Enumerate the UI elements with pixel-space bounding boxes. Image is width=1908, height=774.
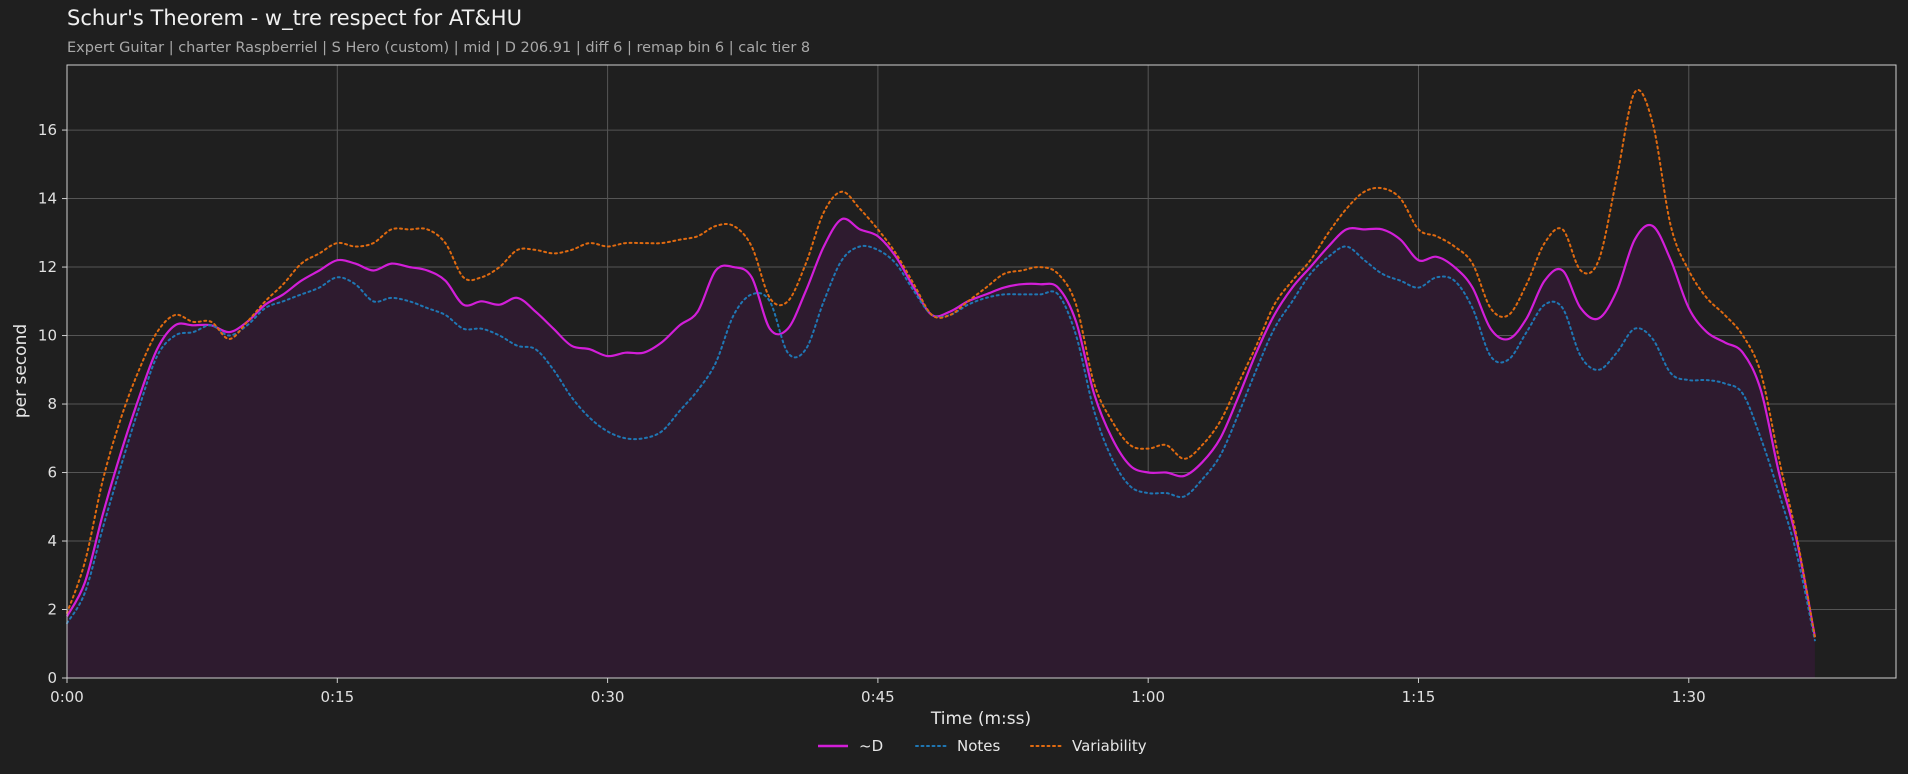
y-tick-label: 8 (47, 395, 57, 413)
y-tick-label: 12 (38, 258, 57, 276)
series-d-area (67, 218, 1815, 678)
x-axis-label: Time (m:ss) (930, 709, 1031, 729)
y-tick-label: 16 (38, 121, 57, 139)
x-tick-label: 0:15 (320, 688, 354, 706)
y-tick-label: 0 (47, 669, 57, 687)
x-axis-ticks: 0:00 0:15 0:30 0:45 1:00 1:15 1:30 (50, 678, 1706, 706)
x-tick-label: 1:15 (1402, 688, 1436, 706)
y-axis-label: per second (11, 324, 31, 418)
y-tick-label: 2 (47, 601, 57, 619)
y-tick-label: 6 (47, 464, 57, 482)
x-tick-label: 0:45 (861, 688, 895, 706)
area-fill (67, 218, 1815, 678)
y-tick-label: 4 (47, 532, 57, 550)
y-axis-ticks: 0 2 4 6 8 10 12 14 16 (38, 121, 67, 687)
x-tick-label: 0:30 (591, 688, 625, 706)
legend-label-d: ~D (859, 737, 883, 755)
y-tick-label: 14 (38, 190, 57, 208)
legend-label-notes: Notes (957, 737, 1001, 755)
y-tick-label: 10 (38, 327, 57, 345)
legend: ~D Notes Variability (818, 737, 1147, 755)
x-tick-label: 1:00 (1131, 688, 1165, 706)
chart: 0:00 0:15 0:30 0:45 1:00 1:15 1:30 0 2 4 6 8 10 12 14… (11, 64, 1897, 755)
x-tick-label: 0:00 (50, 688, 84, 706)
legend-label-variability: Variability (1072, 737, 1147, 755)
x-tick-label: 1:30 (1672, 688, 1706, 706)
